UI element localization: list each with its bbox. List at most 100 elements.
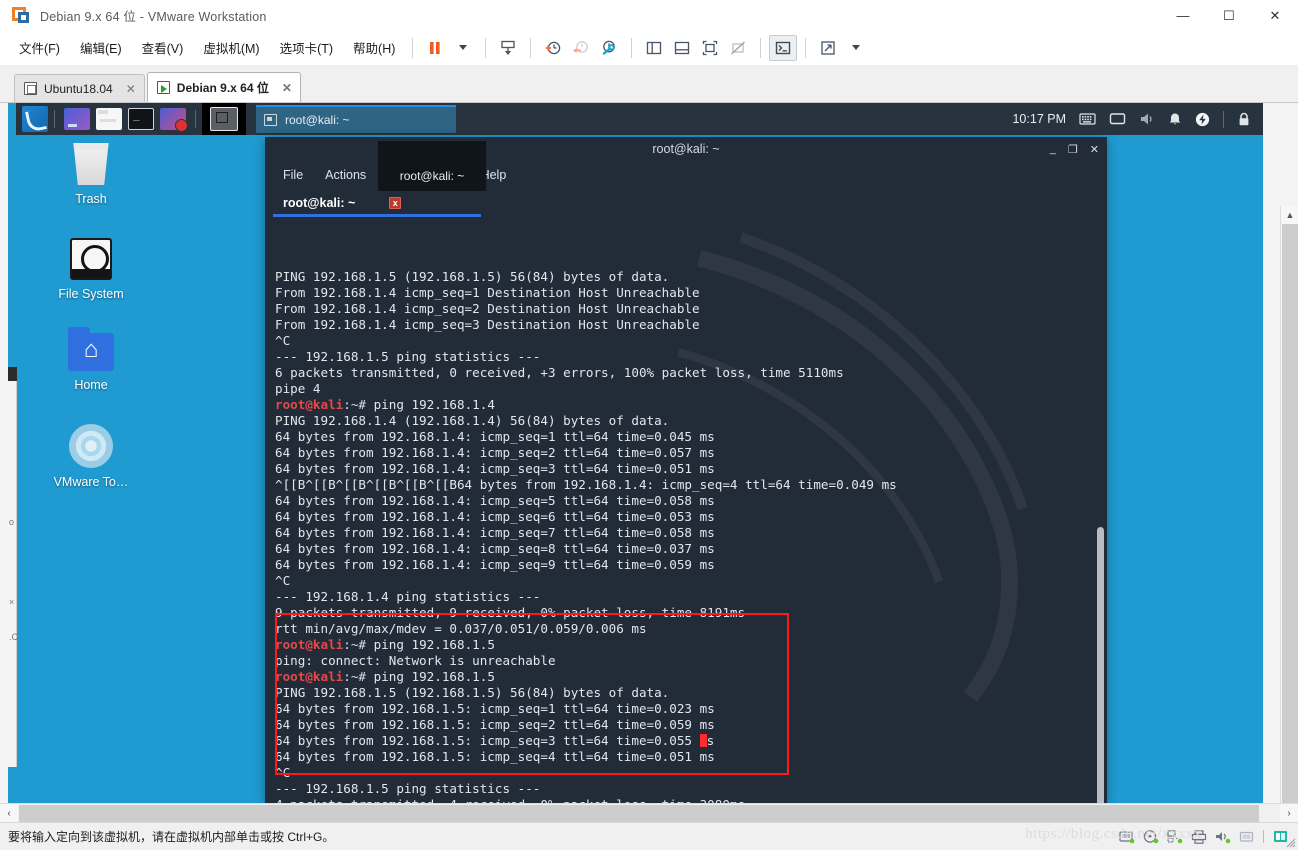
- guest-desktop[interactable]: o × .C Trash File System Home: [8, 103, 1263, 803]
- terminal-scrollbar-thumb[interactable]: [1097, 527, 1104, 803]
- show-console-button[interactable]: [696, 35, 724, 61]
- menu-file[interactable]: 文件(F): [10, 34, 69, 61]
- vm-tab-debian[interactable]: Debian 9.x 64 位 ✕: [146, 72, 301, 102]
- show-thumbnails-button[interactable]: [668, 35, 696, 61]
- hard-disk-icon[interactable]: [1119, 830, 1135, 844]
- workspace-switcher[interactable]: [202, 103, 246, 135]
- power-icon[interactable]: [1195, 112, 1210, 127]
- power-dropdown[interactable]: [449, 35, 477, 61]
- menu-edit[interactable]: 编辑(E): [71, 34, 131, 61]
- manage-snapshots-button[interactable]: [595, 35, 623, 61]
- term-prompt-rest: :~#: [343, 637, 374, 652]
- printer-icon[interactable]: [1191, 830, 1207, 844]
- show-library-button[interactable]: [640, 35, 668, 61]
- panel-clock[interactable]: 10:17 PM: [1012, 112, 1066, 126]
- terminal-maximize-button[interactable]: ❐: [1068, 143, 1078, 156]
- vm-tab-close-icon[interactable]: ✕: [126, 82, 136, 96]
- desktop-icon-file-system[interactable]: File System: [16, 238, 166, 301]
- keyboard-layout-icon[interactable]: [1079, 112, 1096, 126]
- usb-controller-icon[interactable]: [1239, 830, 1254, 843]
- terminal-tab-close-icon[interactable]: x: [389, 197, 402, 209]
- term-menu-file[interactable]: File: [283, 168, 303, 182]
- suspend-button[interactable]: [421, 35, 449, 61]
- pause-icon: [430, 41, 440, 54]
- terminal-tab[interactable]: root@kali: ~ x: [273, 196, 411, 210]
- enter-fullscreen-button[interactable]: [814, 35, 842, 61]
- vm-tab-ubuntu[interactable]: Ubuntu18.04 ✕: [14, 74, 145, 102]
- launcher-file-manager[interactable]: [96, 108, 122, 130]
- term-line: PING 192.168.1.4 (192.168.1.4) 56(84) by…: [275, 413, 670, 428]
- resize-grip-icon[interactable]: [1284, 836, 1296, 848]
- hide-console-button[interactable]: [724, 35, 752, 61]
- guest-horizontal-scrollbar[interactable]: ‹ ›: [0, 803, 1298, 822]
- minimize-button[interactable]: —: [1160, 0, 1206, 31]
- term-line: 64 bytes from 192.168.1.4: icmp_seq=2 tt…: [275, 445, 715, 460]
- launcher-app-gradient[interactable]: [64, 108, 90, 130]
- desktop-icon-trash[interactable]: Trash: [16, 143, 166, 206]
- maximize-button[interactable]: ☐: [1206, 0, 1252, 31]
- lock-screen-icon[interactable]: [1237, 112, 1251, 127]
- terminal-window[interactable]: root@kali: ~ _ ❐ ✕ File Actions Edit Vie…: [265, 137, 1107, 803]
- term-line: --- 192.168.1.5 ping statistics ---: [275, 349, 541, 364]
- hscroll-thumb[interactable]: [19, 804, 1259, 822]
- caret-down-icon: [852, 45, 861, 50]
- display-icon[interactable]: [1109, 112, 1126, 126]
- term-prompt-user: root@kali: [275, 637, 344, 652]
- vmware-workstation-window: Debian 9.x 64 位 - VMware Workstation — ☐…: [0, 0, 1298, 850]
- menu-vm[interactable]: 虚拟机(M): [194, 34, 268, 61]
- term-line: From 192.168.1.4 icmp_seq=1 Destination …: [275, 285, 700, 300]
- scroll-right-arrow-icon[interactable]: ›: [1280, 804, 1298, 822]
- revert-snapshot-button[interactable]: [567, 35, 595, 61]
- term-line: 64 bytes from 192.168.1.4: icmp_seq=7 tt…: [275, 525, 715, 540]
- network-adapter-icon[interactable]: [1167, 830, 1183, 844]
- sound-card-icon[interactable]: [1215, 830, 1231, 844]
- terminal-text: PING 192.168.1.5 (192.168.1.5) 56(84) by…: [275, 269, 1107, 803]
- notifications-bell-icon[interactable]: [1168, 112, 1182, 127]
- term-line: 64 bytes from 192.168.1.4: icmp_seq=3 tt…: [275, 461, 715, 476]
- menu-tabs[interactable]: 选项卡(T): [271, 34, 342, 61]
- term-line: --- 192.168.1.5 ping statistics ---: [275, 781, 541, 796]
- term-line-highlight-suffix: s: [706, 733, 715, 748]
- launcher-screen-recorder[interactable]: [160, 108, 188, 132]
- status-divider: [1263, 830, 1264, 843]
- term-line: From 192.168.1.4 icmp_seq=2 Destination …: [275, 301, 700, 316]
- term-line: 9 packets transmitted, 9 received, 0% pa…: [275, 605, 746, 620]
- launcher-terminal[interactable]: [128, 108, 154, 130]
- term-command: ping 192.168.1.5: [373, 669, 495, 684]
- terminal-minimize-button[interactable]: _: [1050, 143, 1056, 155]
- terminal-window-title: root@kali: ~: [652, 142, 720, 156]
- terminal-output[interactable]: PING 192.168.1.5 (192.168.1.5) 56(84) by…: [265, 217, 1107, 803]
- close-button[interactable]: ✕: [1252, 0, 1298, 31]
- toolbar-divider: [631, 37, 633, 58]
- menu-view[interactable]: 查看(V): [133, 34, 193, 61]
- console-view-button[interactable]: [769, 34, 798, 61]
- take-snapshot-button[interactable]: [539, 35, 567, 61]
- term-line: ^[[B^[[B^[[B^[[B^[[B^[[B64 bytes from 19…: [275, 477, 897, 492]
- tray-divider: [1223, 110, 1224, 128]
- scroll-left-arrow-icon[interactable]: ‹: [0, 804, 18, 822]
- volume-icon[interactable]: [1139, 112, 1155, 126]
- vmware-window-title: Debian 9.x 64 位 - VMware Workstation: [40, 10, 267, 24]
- cd-dvd-icon[interactable]: [1143, 830, 1159, 844]
- terminal-prompt-icon: [776, 41, 791, 54]
- desktop-icon-home[interactable]: Home: [16, 327, 166, 392]
- desktop-icon-vmware-tools[interactable]: VMware To…: [16, 424, 166, 489]
- term-menu-actions[interactable]: Actions: [325, 168, 366, 182]
- guest-vertical-scrollbar[interactable]: ▲ ▼: [1280, 206, 1298, 850]
- status-message: 要将输入定向到该虚拟机，请在虚拟机内部单击或按 Ctrl+G。: [8, 830, 335, 844]
- toolbar-divider: [805, 37, 807, 58]
- vmware-menu-toolbar: 文件(F) 编辑(E) 查看(V) 虚拟机(M) 选项卡(T) 帮助(H): [0, 31, 1298, 65]
- send-ctrl-alt-del-button[interactable]: [494, 35, 522, 61]
- term-line: 6 packets transmitted, 0 received, +3 er…: [275, 365, 844, 380]
- term-line: 64 bytes from 192.168.1.5: icmp_seq=4 tt…: [275, 749, 715, 764]
- vm-tab-close-icon[interactable]: ✕: [282, 81, 292, 95]
- term-line: PING 192.168.1.5 (192.168.1.5) 56(84) by…: [275, 269, 670, 284]
- hscroll-track[interactable]: [18, 804, 1280, 822]
- scroll-up-arrow-icon[interactable]: ▲: [1281, 206, 1298, 224]
- tasklist-item-terminal[interactable]: root@kali: ~: [256, 105, 456, 133]
- kali-dragon-icon[interactable]: [22, 106, 48, 132]
- menu-help[interactable]: 帮助(H): [344, 34, 404, 61]
- fullscreen-dropdown[interactable]: [842, 35, 870, 61]
- guest-scrollbar-thumb[interactable]: [1282, 224, 1298, 850]
- terminal-close-button[interactable]: ✕: [1090, 143, 1099, 156]
